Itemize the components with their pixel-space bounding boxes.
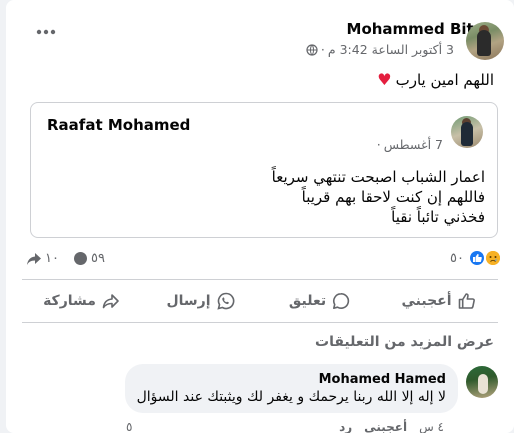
post-body: اللهم امين يارب (395, 70, 494, 89)
send-button[interactable]: إرسال (141, 292, 260, 310)
shared-line: فخذني تائباً نقياً (391, 208, 485, 226)
comment-like-button[interactable]: أعجبني (364, 420, 407, 433)
comment-button[interactable]: تعليق (260, 292, 379, 310)
view-more-comments-link[interactable]: عرض المزيد من التعليقات (315, 334, 494, 350)
shared-author-avatar[interactable] (451, 116, 483, 148)
comment-icon (333, 292, 350, 309)
comment-reaction-count: ٥ (126, 420, 133, 433)
comment-age[interactable]: ٤ س (419, 420, 444, 433)
shared-line: فاللهم إن كنت لاحقا بهم قريباً (301, 188, 485, 206)
post-text: اللهم امين يارب ♥ (377, 70, 494, 89)
comment-bubble: Mohamed Hamed لا إله إلا الله ربنا يرحمك… (124, 364, 458, 413)
comment-actions: ٤ س أعجبني رد (339, 420, 444, 433)
shared-post[interactable]: Raafat Mohamed 7 أغسطس · اعمار الشباب اص… (30, 102, 498, 238)
comments-count[interactable]: ٥٩ (73, 251, 105, 266)
shared-post-author[interactable]: Raafat Mohamed (47, 116, 190, 134)
shared-post-text: اعمار الشباب اصبحت تنتهي سريعاً فاللهم إ… (272, 167, 485, 227)
globe-icon (306, 43, 318, 56)
heart-icon: ♥ (377, 70, 392, 89)
thumbs-up-icon (458, 293, 475, 309)
divider (22, 322, 498, 323)
more-options-button[interactable] (36, 29, 56, 35)
shared-post-timestamp[interactable]: 7 أغسطس (384, 137, 443, 152)
author-avatar[interactable] (466, 22, 504, 60)
share-icon (102, 294, 119, 309)
post-meta: 3 أكتوبر الساعة 3:42 م · (306, 42, 454, 57)
shared-line: اعمار الشباب اصبحت تنتهي سريعاً (271, 168, 485, 186)
more-horizontal-icon (36, 29, 56, 35)
comment-reply-button[interactable]: رد (339, 420, 352, 433)
share-arrow-icon (27, 252, 41, 265)
reactions-summary[interactable]: ٥٠ (450, 249, 502, 267)
action-bar: مشاركة إرسال تعليق أعجبني (22, 281, 498, 321)
post-author[interactable]: Mohammed Bito (347, 20, 484, 38)
commenter-avatar[interactable] (466, 366, 498, 398)
engagement-counts: ١٠ ٥٩ (26, 251, 105, 266)
post-card: Mohammed Bito 3 أكتوبر الساعة 3:42 م · ا… (6, 0, 514, 433)
comment-text: لا إله إلا الله ربنا يرحمك و يغفر لك ويث… (136, 389, 446, 405)
shares-count[interactable]: ١٠ (26, 251, 59, 266)
whatsapp-icon (216, 292, 234, 310)
sad-reaction-icon (484, 249, 502, 267)
like-button[interactable]: أعجبني (379, 292, 498, 310)
meta-separator: · (376, 137, 381, 152)
share-button[interactable]: مشاركة (22, 293, 141, 309)
comment-bubble-icon (73, 252, 87, 265)
meta-separator: · (320, 42, 325, 57)
shared-post-meta: 7 أغسطس · (377, 137, 443, 152)
reactions-count: ٥٠ (450, 250, 464, 266)
divider (22, 279, 498, 280)
post-timestamp[interactable]: 3 أكتوبر الساعة 3:42 م (328, 42, 454, 57)
comment-author[interactable]: Mohamed Hamed (137, 372, 446, 387)
